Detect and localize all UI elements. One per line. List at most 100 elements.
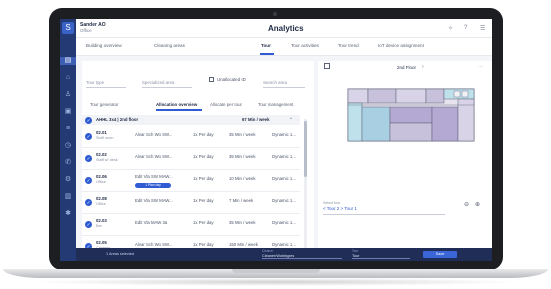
area-name: Alvar Sch Wo SW... <box>135 154 173 159</box>
table-row[interactable]: ✓ 02.01 Staff room Alvar Sch Wo SW... 1x… <box>82 127 300 148</box>
select-all-checkbox[interactable]: ✓ <box>85 116 92 124</box>
chart-icon[interactable]: ▥ <box>64 193 72 201</box>
area-type: Staff w/ desk <box>96 158 118 162</box>
area-type: Staff room <box>96 136 114 140</box>
floor-next-icon[interactable]: › <box>422 64 424 70</box>
phone-icon[interactable]: ✆ <box>64 159 72 167</box>
home-icon[interactable]: ⌂ <box>64 74 72 82</box>
tab-tour[interactable]: Tour <box>261 43 271 48</box>
user-icon[interactable]: ♙ <box>64 91 72 99</box>
sidebar-item-analytics[interactable]: ▤ <box>60 57 76 65</box>
zoom-in-icon[interactable]: ⊕ <box>475 201 480 208</box>
area-code: 02.02 <box>96 152 107 157</box>
row-checkbox[interactable]: ✓ <box>85 177 92 184</box>
time-per-week: 35 Min / week <box>229 132 256 137</box>
tour-status: Dynamic 1... <box>272 176 296 181</box>
frequency: 1x Per day <box>193 154 214 159</box>
tour-select-label: Select tour <box>323 201 341 205</box>
area-type: Office <box>96 180 106 184</box>
tour-status: Dynamic 1... <box>272 198 296 203</box>
calendar-icon[interactable]: ▣ <box>64 108 72 116</box>
row-checkbox[interactable]: ✓ <box>85 221 92 228</box>
unallocated-label: Unallocated ID <box>217 77 246 82</box>
selection-count: 1 Areas selected <box>106 252 135 256</box>
row-checkbox[interactable]: ✓ <box>85 155 92 162</box>
tour-status: Dynamic 1... <box>272 132 296 137</box>
plan-badge[interactable]: 1 Plan day <box>135 183 171 188</box>
row-checkbox[interactable]: ✓ <box>85 199 92 206</box>
area-name: Edit Vla SW MAW... <box>135 198 173 203</box>
subtab-allocate-per-tour[interactable]: Allocate per tour <box>210 102 242 107</box>
time-per-week: 150 Min / week <box>229 242 258 247</box>
menu-icon[interactable]: ☰ <box>480 25 485 32</box>
more-icon[interactable]: ⋯ <box>478 64 483 70</box>
tour-status: Dynamic 1... <box>272 242 296 247</box>
area-type: Bar <box>96 224 102 228</box>
clock-icon[interactable]: ◷ <box>64 142 72 150</box>
subtab-tour-generator[interactable]: Tour generator <box>90 102 119 107</box>
zoom-out-icon[interactable]: ⊖ <box>464 201 469 208</box>
tab-iot-device-assignment[interactable]: IoT device assignment <box>378 43 424 48</box>
save-button[interactable]: Save <box>423 251 457 258</box>
top-header: Sander AO Office Analytics ✧ ? ☰ <box>76 19 492 38</box>
help-icon[interactable]: ? <box>464 25 467 31</box>
floorplan-map[interactable] <box>326 83 486 145</box>
area-name: Alvar Sch Wo SW... <box>135 242 173 247</box>
subtab-tour-management[interactable]: Tour management <box>258 102 293 107</box>
logo-icon: S <box>62 22 74 34</box>
table-row[interactable]: ✓ 02.06 Office Edit Vla SW MAW... 1 Plan… <box>82 171 300 192</box>
table-row[interactable]: ✓ 02.02 Staff w/ desk Alvar Sch Wo SW...… <box>82 149 300 170</box>
notification-icon[interactable]: ✧ <box>448 25 453 32</box>
cleaner-select[interactable]: Cleaner/Worktypes <box>262 254 342 259</box>
frequency: 1x Per day <box>193 242 214 247</box>
table-scrollbar[interactable] <box>304 119 307 259</box>
scrollbar-thumb[interactable] <box>304 121 307 177</box>
app-screen: S ▤ ⌂ ♙ ▣ ≡ ◷ ✆ ⚙ ▥ ✱ Sander AO Office A… <box>60 19 492 261</box>
tab-tour-trend[interactable]: Tour trend <box>338 43 359 48</box>
main-tabs: Building overview Cleaning areas Tour To… <box>76 38 492 56</box>
frequency: 1x Per day <box>193 198 214 203</box>
settings-icon[interactable]: ⚙ <box>64 176 72 184</box>
area-select[interactable]: Specialized area <box>142 80 192 88</box>
sidebar: S ▤ ⌂ ♙ ▣ ≡ ◷ ✆ ⚙ ▥ ✱ <box>60 19 76 261</box>
area-name: Alvar Sch Wo SW... <box>135 132 173 137</box>
search-input[interactable]: Search area <box>263 80 305 88</box>
tour-select[interactable]: < Tour 2 > Tour 1 <box>323 206 445 215</box>
subtab-allocation-overview[interactable]: Allocation overview <box>156 102 197 107</box>
area-code: 02.05 <box>96 240 107 245</box>
tour-status: Dynamic 1... <box>272 154 296 159</box>
area-code: 02.01 <box>96 130 107 135</box>
time-per-week: 35 Min / week <box>229 220 256 225</box>
active-subtab-indicator <box>156 109 202 111</box>
tour-label: Tour <box>352 249 359 253</box>
frequency: 1x Per day <box>193 132 214 137</box>
org-subtitle: Office <box>80 28 92 33</box>
laptop-notch <box>232 269 320 273</box>
page-title: Analytics <box>268 24 304 33</box>
layers-icon[interactable] <box>324 63 330 69</box>
time-per-week: 10 Min / week <box>229 176 256 181</box>
floorplan-panel: 2nd Floor › ⋯ Select tour < Tour 2 > Tou… <box>318 61 492 261</box>
tab-tour-activities[interactable]: Tour activities <box>291 43 319 48</box>
unallocated-checkbox[interactable] <box>209 77 214 82</box>
tour-status: Dynamic 1... <box>272 220 296 225</box>
table-row[interactable]: ✓ 02.03 Bar Edit Vla MAW 3a 1x Per day 3… <box>82 215 300 236</box>
tour-select-bottom[interactable]: Tour <box>352 254 410 259</box>
table-header-floor: AHHL 3x4 | 2nd floor <box>96 117 139 122</box>
collapse-icon[interactable]: ⌃ <box>289 117 293 123</box>
table-row[interactable]: ✓ 02.08 Office Edit Vla SW MAW... 1x Per… <box>82 193 300 214</box>
tab-cleaning-areas[interactable]: Cleaning areas <box>154 43 185 48</box>
frequency: 1x Per day <box>193 220 214 225</box>
table-header: ✓ AHHL 3x4 | 2nd floor 67 Min / week ⌃ <box>82 115 300 125</box>
area-code: 02.03 <box>96 218 107 223</box>
tour-type-select[interactable]: Tour type <box>86 80 126 88</box>
tab-building-overview[interactable]: Building overview <box>86 43 122 48</box>
row-checkbox[interactable]: ✓ <box>85 133 92 140</box>
gear-icon[interactable]: ✱ <box>64 210 72 218</box>
area-name: Edit Vla SW MAW... <box>135 174 173 179</box>
laptop-shadow <box>30 278 521 286</box>
cleaner-label: Cleaner <box>262 249 274 253</box>
area-name: Edit Vla MAW 3a <box>135 220 168 225</box>
action-bar: 1 Areas selected Cleaner Cleaner/Worktyp… <box>76 248 492 261</box>
list-icon[interactable]: ≡ <box>64 125 72 133</box>
